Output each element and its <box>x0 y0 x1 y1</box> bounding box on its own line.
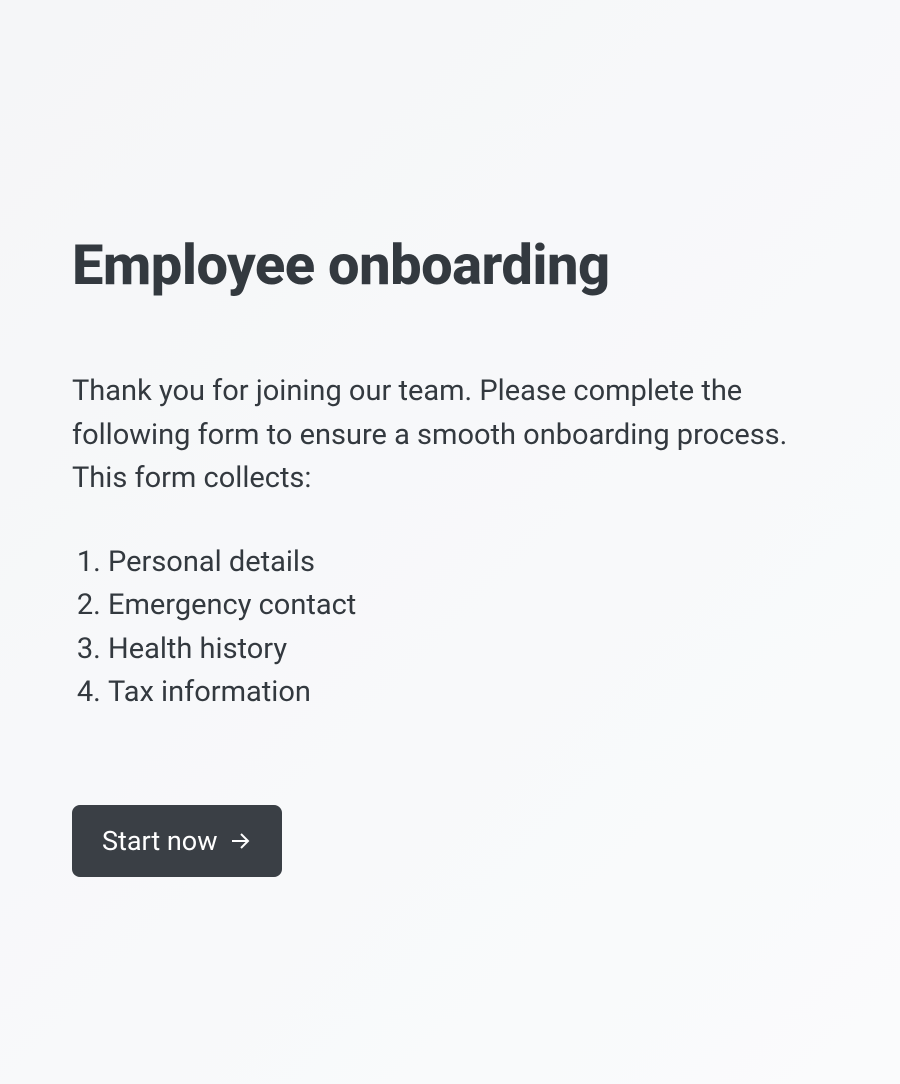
list-item: Personal details <box>108 541 828 585</box>
form-contents-list: Personal details Emergency contact Healt… <box>72 541 828 715</box>
page-title: Employee onboarding <box>72 232 828 298</box>
start-button-label: Start now <box>102 825 218 857</box>
list-item: Tax information <box>108 671 828 715</box>
list-item: Health history <box>108 628 828 672</box>
intro-text: Thank you for joining our team. Please c… <box>72 370 828 501</box>
start-now-button[interactable]: Start now <box>72 805 282 877</box>
arrow-right-icon <box>228 829 252 853</box>
list-item: Emergency contact <box>108 584 828 628</box>
